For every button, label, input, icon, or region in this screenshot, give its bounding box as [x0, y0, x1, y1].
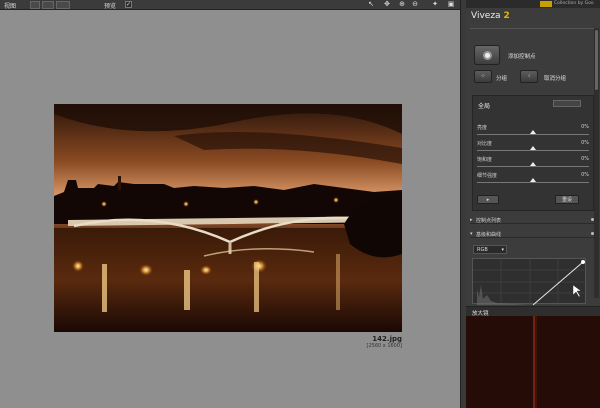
contrast-track[interactable]: [477, 150, 589, 151]
group-label: 分组: [496, 76, 508, 82]
contrast-slider[interactable]: 对比度 0%: [477, 140, 589, 154]
preview-canvas[interactable]: 142.jpg [2560 x 1600]: [0, 10, 460, 408]
saturation-slider[interactable]: 饱和度 0%: [477, 156, 589, 170]
reset-button[interactable]: 重设: [555, 195, 579, 204]
control-point-icon: [483, 51, 492, 60]
levels-curves-section[interactable]: ▾ 基级和曲线: [470, 230, 596, 238]
control-point-tools: 添加控制点 ⁘ 分组 ⁖ 取消分组: [470, 28, 596, 92]
structure-track[interactable]: [477, 182, 589, 183]
image-dimensions: [2560 x 1600]: [366, 343, 403, 349]
brightness-track[interactable]: [477, 134, 589, 135]
cursor-icon: [572, 284, 582, 298]
app-logo: Viveza 2: [471, 11, 510, 21]
side-by-side-view-button[interactable]: [56, 1, 70, 9]
nik-logo-icon: [540, 1, 552, 7]
background-color-icon[interactable]: ▣: [446, 0, 456, 9]
structure-thumb[interactable]: [530, 178, 536, 182]
panel-scrollbar[interactable]: [594, 28, 599, 298]
preview-photo[interactable]: [54, 104, 402, 332]
group-button[interactable]: ⁘: [474, 70, 492, 83]
image-filename: 142.jpg: [372, 335, 402, 343]
loupe-view: [466, 316, 600, 408]
ungroup-icon: ⁖: [527, 73, 531, 80]
expand-arrow-icon: ▸: [470, 217, 473, 223]
collapse-arrow-icon: ▾: [470, 231, 473, 237]
curves-graph[interactable]: [472, 258, 587, 306]
expand-sliders-button[interactable]: ▸: [477, 195, 499, 204]
viveza-panel: Collection by Goo Viveza 2 添加控制点 ⁘ 分组 ⁖ …: [466, 0, 600, 408]
preview-checkbox[interactable]: ✓: [125, 1, 132, 8]
group-icon: ⁘: [480, 73, 486, 80]
saturation-label: 饱和度: [477, 157, 493, 163]
split-view-button[interactable]: [42, 1, 54, 9]
ungroup-label: 取消分组: [544, 76, 567, 82]
chevron-down-icon: ▾: [501, 247, 504, 253]
app-version: 2: [503, 11, 510, 21]
brightness-value: 0%: [581, 124, 589, 130]
contrast-label: 对比度: [477, 141, 493, 147]
collection-label: Collection by Goo: [554, 1, 594, 6]
saturation-thumb[interactable]: [530, 162, 536, 166]
add-control-point-button[interactable]: [474, 45, 500, 65]
contrast-thumb[interactable]: [530, 146, 536, 150]
pointer-tool-icon[interactable]: ↖: [366, 0, 376, 9]
global-adjustments: 全局 亮度 0% 对比度 0% 饱和度 0% 细节强度 0% ▸ 重设: [472, 95, 594, 211]
contrast-value: 0%: [581, 140, 589, 146]
add-control-point-label: 添加控制点: [508, 54, 536, 60]
night-bridge-photo: [54, 104, 402, 332]
brand-banner: Collection by Goo: [466, 0, 600, 8]
zoom-in-icon[interactable]: ⊕: [397, 0, 407, 9]
panel-scroll-thumb[interactable]: [595, 30, 598, 90]
brightness-label: 亮度: [477, 125, 488, 131]
single-view-button[interactable]: [30, 1, 40, 9]
zoom-out-icon[interactable]: ⊖: [410, 0, 420, 9]
view-label: 视图: [4, 3, 17, 10]
structure-value: 0%: [581, 172, 589, 178]
preview-label: 预览: [104, 3, 117, 10]
loupe-zoom-image: [466, 316, 600, 408]
global-title: 全局: [478, 103, 491, 110]
levels-curves-label: 基级和曲线: [476, 232, 502, 238]
curve-plot: [473, 259, 587, 306]
structure-slider[interactable]: 细节强度 0%: [477, 172, 589, 186]
control-point-list-label: 控制点列表: [476, 218, 502, 224]
loupe-header[interactable]: 放大镜: [466, 306, 600, 317]
color-picker-icon[interactable]: ✦: [430, 0, 440, 9]
hand-tool-icon[interactable]: ✥: [382, 0, 392, 9]
saturation-value: 0%: [581, 156, 589, 162]
app-window: 视图 预览 ✓ ↖ ✥ ⊕ ⊖ ✦ ▣ 142.jpg [2560 x 1600…: [0, 0, 600, 408]
curve-point[interactable]: [581, 260, 585, 264]
top-toolbar: 视图 预览 ✓ ↖ ✥ ⊕ ⊖ ✦ ▣: [0, 0, 460, 10]
app-name: Viveza: [471, 11, 501, 21]
brightness-slider[interactable]: 亮度 0%: [477, 124, 589, 138]
global-options-button[interactable]: [553, 100, 581, 107]
channel-value: RGB: [477, 247, 488, 253]
structure-label: 细节强度: [477, 173, 498, 179]
channel-select[interactable]: RGB ▾: [473, 245, 507, 254]
ungroup-button[interactable]: ⁖: [520, 70, 538, 83]
control-point-list-section[interactable]: ▸ 控制点列表: [470, 216, 596, 224]
brightness-thumb[interactable]: [530, 130, 536, 134]
saturation-track[interactable]: [477, 166, 589, 167]
